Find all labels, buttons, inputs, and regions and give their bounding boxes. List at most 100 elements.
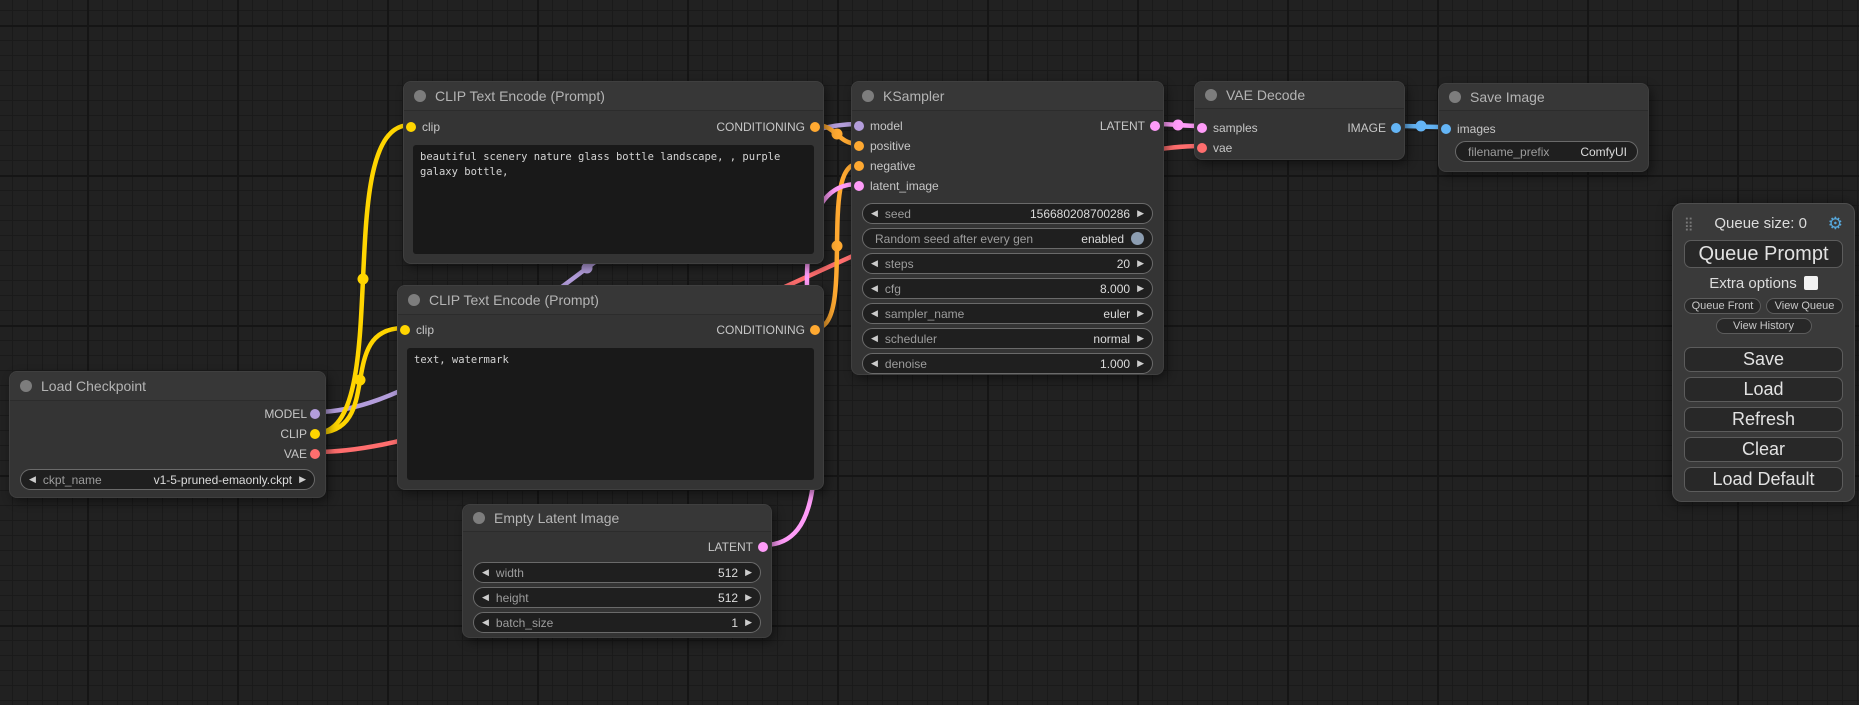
input-slot-latent-image[interactable]	[854, 181, 864, 191]
queue-front-button[interactable]: Queue Front	[1684, 298, 1761, 314]
drag-handle-icon[interactable]: ⣿	[1684, 217, 1694, 230]
decrement-arrow-icon[interactable]: ◀	[482, 568, 489, 577]
widget-sampler-name[interactable]: ◀ sampler_name euler ▶	[862, 303, 1153, 324]
node-load-checkpoint[interactable]: Load Checkpoint MODEL CLIP VAE ◀ ckpt_na…	[9, 371, 326, 498]
extra-options-checkbox[interactable]	[1804, 276, 1818, 290]
load-default-button[interactable]: Load Default	[1684, 467, 1843, 492]
widget-filename-prefix[interactable]: filename_prefix ComfyUI	[1455, 141, 1638, 162]
refresh-button[interactable]: Refresh	[1684, 407, 1843, 432]
decrement-arrow-icon[interactable]: ◀	[871, 334, 878, 343]
collapse-dot-icon[interactable]	[862, 90, 874, 102]
toggle-knob[interactable]	[1131, 232, 1144, 245]
widget-cfg[interactable]: ◀ cfg 8.000 ▶	[862, 278, 1153, 299]
decrement-arrow-icon[interactable]: ◀	[871, 209, 878, 218]
widget-height[interactable]: ◀ height 512 ▶	[473, 587, 761, 608]
decrement-arrow-icon[interactable]: ◀	[871, 359, 878, 368]
input-slot-images[interactable]	[1441, 124, 1451, 134]
widget-seed[interactable]: ◀ seed 156680208700286 ▶	[862, 203, 1153, 224]
node-empty-latent-image[interactable]: Empty Latent Image LATENT ◀ width 512 ▶ …	[462, 504, 772, 638]
output-label-clip: CLIP	[280, 427, 307, 441]
widget-batch-size[interactable]: ◀ batch_size 1 ▶	[473, 612, 761, 633]
node-title-bar[interactable]: CLIP Text Encode (Prompt)	[398, 286, 823, 315]
decrement-arrow-icon[interactable]: ◀	[482, 593, 489, 602]
collapse-dot-icon[interactable]	[414, 90, 426, 102]
output-slot-vae[interactable]	[310, 449, 320, 459]
collapse-dot-icon[interactable]	[1205, 89, 1217, 101]
input-slot-model[interactable]	[854, 121, 864, 131]
increment-arrow-icon[interactable]: ▶	[299, 475, 306, 484]
increment-arrow-icon[interactable]: ▶	[1137, 284, 1144, 293]
node-vae-decode[interactable]: VAE Decode samples IMAGE vae	[1194, 81, 1405, 160]
input-label-samples: samples	[1213, 121, 1258, 135]
node-clip-text-encode-positive[interactable]: CLIP Text Encode (Prompt) clip CONDITION…	[403, 81, 824, 264]
increment-arrow-icon[interactable]: ▶	[745, 593, 752, 602]
load-button[interactable]: Load	[1684, 377, 1843, 402]
output-slot-latent[interactable]	[1150, 121, 1160, 131]
view-history-button[interactable]: View History	[1716, 318, 1812, 334]
widget-ckpt-name[interactable]: ◀ ckpt_name v1-5-pruned-emaonly.ckpt ▶	[20, 469, 315, 490]
output-slot-image[interactable]	[1391, 123, 1401, 133]
comfyui-canvas[interactable]: { "colors": { "model": "#B39DDB", "clip"…	[0, 0, 1859, 705]
output-slot-latent[interactable]	[758, 542, 768, 552]
node-title: VAE Decode	[1226, 87, 1305, 103]
node-ksampler[interactable]: KSampler model LATENT positive negative …	[851, 81, 1164, 375]
node-title-bar[interactable]: Load Checkpoint	[10, 372, 325, 401]
node-title-bar[interactable]: VAE Decode	[1195, 82, 1404, 109]
node-save-image[interactable]: Save Image images filename_prefix ComfyU…	[1438, 83, 1649, 172]
increment-arrow-icon[interactable]: ▶	[1137, 334, 1144, 343]
increment-arrow-icon[interactable]: ▶	[745, 618, 752, 627]
queue-menu-panel[interactable]: ⣿ Queue size: 0 ⚙ Queue Prompt Extra opt…	[1672, 203, 1855, 502]
increment-arrow-icon[interactable]: ▶	[1137, 259, 1144, 268]
input-slot-clip[interactable]	[406, 122, 416, 132]
input-slot-positive[interactable]	[854, 141, 864, 151]
node-clip-text-encode-negative[interactable]: CLIP Text Encode (Prompt) clip CONDITION…	[397, 285, 824, 490]
widget-value: 512	[718, 566, 738, 580]
input-slot-clip[interactable]	[400, 325, 410, 335]
settings-gear-icon[interactable]: ⚙	[1828, 215, 1843, 232]
node-title: CLIP Text Encode (Prompt)	[429, 292, 599, 308]
node-title-bar[interactable]: Save Image	[1439, 84, 1648, 111]
node-title-bar[interactable]: KSampler	[852, 82, 1163, 111]
collapse-dot-icon[interactable]	[408, 294, 420, 306]
collapse-dot-icon[interactable]	[20, 380, 32, 392]
output-slot-clip[interactable]	[310, 429, 320, 439]
prompt-textarea[interactable]: beautiful scenery nature glass bottle la…	[413, 145, 814, 254]
input-slot-samples[interactable]	[1197, 123, 1207, 133]
increment-arrow-icon[interactable]: ▶	[745, 568, 752, 577]
widget-value: 1.000	[1100, 357, 1130, 371]
node-title-bar[interactable]: Empty Latent Image	[463, 505, 771, 532]
slot-row: vae	[1195, 138, 1404, 158]
input-slot-vae[interactable]	[1197, 143, 1207, 153]
collapse-dot-icon[interactable]	[1449, 91, 1461, 103]
widget-scheduler[interactable]: ◀ scheduler normal ▶	[862, 328, 1153, 349]
widget-denoise[interactable]: ◀ denoise 1.000 ▶	[862, 353, 1153, 374]
decrement-arrow-icon[interactable]: ◀	[482, 618, 489, 627]
node-title: Empty Latent Image	[494, 510, 619, 526]
widget-steps[interactable]: ◀ steps 20 ▶	[862, 253, 1153, 274]
output-slot-conditioning[interactable]	[810, 122, 820, 132]
widget-value: 20	[1117, 257, 1130, 271]
increment-arrow-icon[interactable]: ▶	[1137, 359, 1144, 368]
queue-prompt-button[interactable]: Queue Prompt	[1684, 240, 1843, 268]
decrement-arrow-icon[interactable]: ◀	[871, 259, 878, 268]
increment-arrow-icon[interactable]: ▶	[1137, 309, 1144, 318]
view-queue-button[interactable]: View Queue	[1766, 298, 1843, 314]
clear-button[interactable]: Clear	[1684, 437, 1843, 462]
widget-label: batch_size	[496, 616, 731, 630]
widget-value: 1	[731, 616, 738, 630]
input-slot-negative[interactable]	[854, 161, 864, 171]
save-button[interactable]: Save	[1684, 347, 1843, 372]
widget-random-seed-toggle[interactable]: Random seed after every gen enabled	[862, 228, 1153, 249]
decrement-arrow-icon[interactable]: ◀	[871, 284, 878, 293]
widget-label: height	[496, 591, 718, 605]
extra-options-row: Extra options	[1709, 274, 1818, 292]
output-slot-model[interactable]	[310, 409, 320, 419]
collapse-dot-icon[interactable]	[473, 512, 485, 524]
increment-arrow-icon[interactable]: ▶	[1137, 209, 1144, 218]
decrement-arrow-icon[interactable]: ◀	[29, 475, 36, 484]
widget-width[interactable]: ◀ width 512 ▶	[473, 562, 761, 583]
prompt-textarea[interactable]: text, watermark	[407, 348, 814, 480]
decrement-arrow-icon[interactable]: ◀	[871, 309, 878, 318]
node-title-bar[interactable]: CLIP Text Encode (Prompt)	[404, 82, 823, 111]
output-slot-conditioning[interactable]	[810, 325, 820, 335]
